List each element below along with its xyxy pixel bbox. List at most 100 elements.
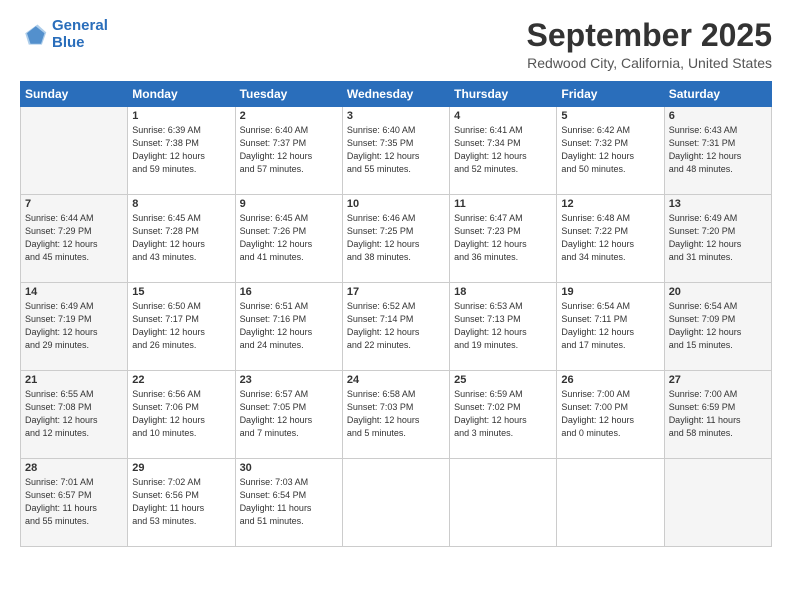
page: General Blue September 2025 Redwood City… (0, 0, 792, 612)
day-number: 30 (240, 462, 338, 474)
day-number: 21 (25, 374, 123, 386)
calendar-week-1: 1 Sunrise: 6:39 AM Sunset: 7:38 PM Daylig… (21, 107, 772, 195)
calendar-cell: 15 Sunrise: 6:50 AM Sunset: 7:17 PM Dayli… (128, 283, 235, 371)
col-tuesday: Tuesday (235, 82, 342, 107)
calendar-cell: 27 Sunrise: 7:00 AM Sunset: 6:59 PM Dayli… (664, 371, 771, 459)
day-info: Sunrise: 6:57 AM Sunset: 7:05 PM Dayligh… (240, 388, 338, 440)
calendar-cell: 25Sunrise: 6:59 AM Sunset: 7:02 PM Dayli… (450, 371, 557, 459)
calendar-cell: 30Sunrise: 7:03 AM Sunset: 6:54 PM Dayli… (235, 459, 342, 547)
day-number: 27 (669, 374, 767, 386)
day-number: 9 (240, 198, 338, 210)
day-info: Sunrise: 7:00 AM Sunset: 6:59 PM Dayligh… (669, 388, 767, 440)
month-title: September 2025 (527, 18, 772, 53)
calendar-cell: 12 Sunrise: 6:48 AM Sunset: 7:22 PM Dayli… (557, 195, 664, 283)
calendar-cell: 18Sunrise: 6:53 AM Sunset: 7:13 PM Dayli… (450, 283, 557, 371)
calendar-cell (450, 459, 557, 547)
day-info: Sunrise: 6:49 AM Sunset: 7:20 PM Dayligh… (669, 212, 767, 264)
calendar-cell: 13 Sunrise: 6:49 AM Sunset: 7:20 PM Dayli… (664, 195, 771, 283)
calendar-cell: 7 Sunrise: 6:44 AM Sunset: 7:29 PM Daylig… (21, 195, 128, 283)
calendar-table: Sunday Monday Tuesday Wednesday Thursday… (20, 81, 772, 547)
day-number: 13 (669, 198, 767, 210)
col-monday: Monday (128, 82, 235, 107)
day-number: 26 (561, 374, 659, 386)
logo: General Blue (20, 18, 108, 51)
day-info: Sunrise: 6:49 AM Sunset: 7:19 PM Dayligh… (25, 300, 123, 352)
day-number: 23 (240, 374, 338, 386)
day-number: 15 (132, 286, 230, 298)
day-info: Sunrise: 7:02 AM Sunset: 6:56 PM Dayligh… (132, 476, 230, 528)
calendar-cell (342, 459, 449, 547)
header-row: Sunday Monday Tuesday Wednesday Thursday… (21, 82, 772, 107)
day-number: 16 (240, 286, 338, 298)
col-friday: Friday (557, 82, 664, 107)
calendar-cell: 21 Sunrise: 6:55 AM Sunset: 7:08 PM Dayli… (21, 371, 128, 459)
calendar-cell: 2 Sunrise: 6:40 AM Sunset: 7:37 PM Daylig… (235, 107, 342, 195)
logo-blue: Blue (52, 34, 85, 51)
day-number: 1 (132, 110, 230, 122)
day-number: 25 (454, 374, 552, 386)
day-number: 19 (561, 286, 659, 298)
calendar-cell: 10 Sunrise: 6:46 AM Sunset: 7:25 PM Dayli… (342, 195, 449, 283)
day-info: Sunrise: 6:50 AM Sunset: 7:17 PM Dayligh… (132, 300, 230, 352)
day-number: 29 (132, 462, 230, 474)
day-info: Sunrise: 6:55 AM Sunset: 7:08 PM Dayligh… (25, 388, 123, 440)
day-number: 8 (132, 198, 230, 210)
day-info: Sunrise: 6:46 AM Sunset: 7:25 PM Dayligh… (347, 212, 445, 264)
col-wednesday: Wednesday (342, 82, 449, 107)
calendar-cell: 20Sunrise: 6:54 AM Sunset: 7:09 PM Dayli… (664, 283, 771, 371)
day-info: Sunrise: 6:39 AM Sunset: 7:38 PM Dayligh… (132, 124, 230, 176)
day-number: 17 (347, 286, 445, 298)
calendar-cell: 14 Sunrise: 6:49 AM Sunset: 7:19 PM Dayli… (21, 283, 128, 371)
day-info: Sunrise: 6:44 AM Sunset: 7:29 PM Dayligh… (25, 212, 123, 264)
day-info: Sunrise: 6:45 AM Sunset: 7:26 PM Dayligh… (240, 212, 338, 264)
day-info: Sunrise: 6:48 AM Sunset: 7:22 PM Dayligh… (561, 212, 659, 264)
day-number: 7 (25, 198, 123, 210)
calendar-cell: 22 Sunrise: 6:56 AM Sunset: 7:06 PM Dayli… (128, 371, 235, 459)
day-info: Sunrise: 6:54 AM Sunset: 7:11 PM Dayligh… (561, 300, 659, 352)
calendar-cell: 19 Sunrise: 6:54 AM Sunset: 7:11 PM Dayli… (557, 283, 664, 371)
location: Redwood City, California, United States (527, 55, 772, 71)
day-number: 3 (347, 110, 445, 122)
col-sunday: Sunday (21, 82, 128, 107)
day-number: 5 (561, 110, 659, 122)
calendar-cell: 5 Sunrise: 6:42 AM Sunset: 7:32 PM Daylig… (557, 107, 664, 195)
calendar-cell (557, 459, 664, 547)
day-number: 22 (132, 374, 230, 386)
day-info: Sunrise: 6:42 AM Sunset: 7:32 PM Dayligh… (561, 124, 659, 176)
day-info: Sunrise: 6:47 AM Sunset: 7:23 PM Dayligh… (454, 212, 552, 264)
day-number: 28 (25, 462, 123, 474)
day-number: 12 (561, 198, 659, 210)
calendar-cell: 23 Sunrise: 6:57 AM Sunset: 7:05 PM Dayli… (235, 371, 342, 459)
day-info: Sunrise: 6:51 AM Sunset: 7:16 PM Dayligh… (240, 300, 338, 352)
day-info: Sunrise: 7:01 AM Sunset: 6:57 PM Dayligh… (25, 476, 123, 528)
title-block: September 2025 Redwood City, California,… (527, 18, 772, 71)
day-number: 11 (454, 198, 552, 210)
day-number: 24 (347, 374, 445, 386)
calendar-cell: 4 Sunrise: 6:41 AM Sunset: 7:34 PM Daylig… (450, 107, 557, 195)
calendar-cell (664, 459, 771, 547)
day-info: Sunrise: 6:41 AM Sunset: 7:34 PM Dayligh… (454, 124, 552, 176)
day-number: 14 (25, 286, 123, 298)
calendar-cell: 8Sunrise: 6:45 AM Sunset: 7:28 PM Daylig… (128, 195, 235, 283)
col-saturday: Saturday (664, 82, 771, 107)
calendar-cell: 16 Sunrise: 6:51 AM Sunset: 7:16 PM Dayli… (235, 283, 342, 371)
logo-general: General (52, 17, 108, 34)
day-number: 20 (669, 286, 767, 298)
calendar-cell: 17 Sunrise: 6:52 AM Sunset: 7:14 PM Dayli… (342, 283, 449, 371)
day-number: 18 (454, 286, 552, 298)
calendar-cell: 29 Sunrise: 7:02 AM Sunset: 6:56 PM Dayli… (128, 459, 235, 547)
day-info: Sunrise: 6:52 AM Sunset: 7:14 PM Dayligh… (347, 300, 445, 352)
day-info: Sunrise: 6:40 AM Sunset: 7:37 PM Dayligh… (240, 124, 338, 176)
calendar-week-2: 7 Sunrise: 6:44 AM Sunset: 7:29 PM Daylig… (21, 195, 772, 283)
day-info: Sunrise: 6:56 AM Sunset: 7:06 PM Dayligh… (132, 388, 230, 440)
calendar-cell: 3 Sunrise: 6:40 AM Sunset: 7:35 PM Daylig… (342, 107, 449, 195)
day-info: Sunrise: 6:40 AM Sunset: 7:35 PM Dayligh… (347, 124, 445, 176)
calendar-cell: 9 Sunrise: 6:45 AM Sunset: 7:26 PM Daylig… (235, 195, 342, 283)
day-number: 6 (669, 110, 767, 122)
day-number: 4 (454, 110, 552, 122)
calendar-cell: 11 Sunrise: 6:47 AM Sunset: 7:23 PM Dayli… (450, 195, 557, 283)
col-thursday: Thursday (450, 82, 557, 107)
day-number: 2 (240, 110, 338, 122)
calendar-cell: 6Sunrise: 6:43 AM Sunset: 7:31 PM Daylig… (664, 107, 771, 195)
day-number: 10 (347, 198, 445, 210)
